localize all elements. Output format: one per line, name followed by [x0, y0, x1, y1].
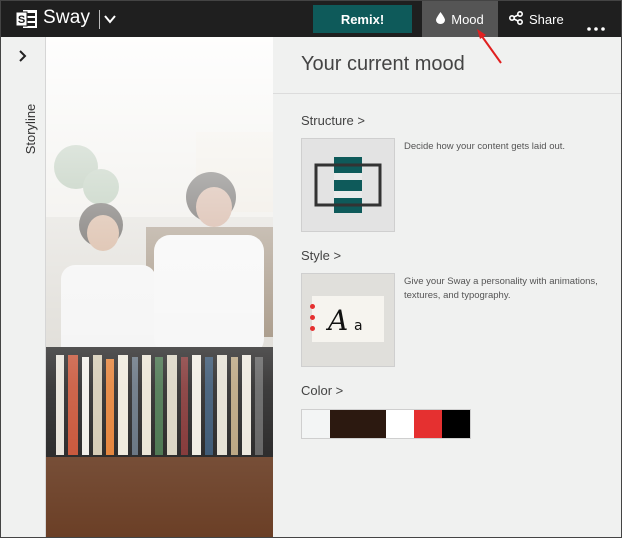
svg-text:S: S	[18, 14, 25, 26]
color-heading[interactable]: Color >	[301, 383, 343, 398]
top-bar: S Sway Remix! Mood Share	[1, 1, 621, 37]
structure-thumbnail[interactable]	[301, 138, 395, 232]
color-swatch	[302, 410, 330, 438]
color-swatch	[386, 410, 414, 438]
mood-button-label: Mood	[451, 11, 484, 27]
remix-button[interactable]: Remix!	[313, 5, 412, 33]
share-button[interactable]: Share	[508, 1, 564, 37]
color-palette[interactable]	[301, 409, 471, 439]
drop-icon	[436, 11, 446, 27]
style-thumbnail[interactable]: A a	[301, 273, 395, 367]
share-icon	[508, 10, 524, 28]
sway-logo-icon: S	[15, 9, 38, 34]
share-button-label: Share	[529, 11, 564, 27]
style-dot	[310, 315, 315, 320]
style-heading[interactable]: Style >	[301, 248, 341, 263]
app-title[interactable]: Sway	[43, 7, 90, 29]
color-swatch	[330, 410, 358, 438]
style-sample-small: a	[354, 318, 363, 334]
structure-description: Decide how your content gets laid out.	[404, 141, 566, 152]
panel-divider	[273, 93, 621, 94]
more-options-icon[interactable]	[587, 18, 605, 36]
style-sample-large: A	[328, 304, 349, 337]
content-photo	[46, 37, 273, 537]
color-swatch	[442, 410, 470, 438]
color-swatch	[358, 410, 386, 438]
panel-title: Your current mood	[301, 53, 465, 75]
style-dot	[310, 326, 315, 331]
color-swatch	[414, 410, 442, 438]
sway-window: S Sway Remix! Mood Share Storyline Your …	[0, 0, 622, 538]
style-description: Give your Sway a personality with animat…	[404, 276, 598, 301]
title-divider	[99, 10, 100, 29]
storyline-rail[interactable]: Storyline	[1, 37, 46, 537]
style-dot	[310, 304, 315, 309]
mood-panel: Your current mood Structure > Decide how…	[273, 37, 621, 537]
annotation-arrow-icon	[471, 27, 507, 72]
storyline-label[interactable]: Storyline	[23, 104, 38, 155]
structure-heading[interactable]: Structure >	[301, 113, 365, 128]
chevron-right-icon[interactable]	[18, 49, 28, 67]
chevron-down-icon[interactable]	[103, 10, 117, 33]
